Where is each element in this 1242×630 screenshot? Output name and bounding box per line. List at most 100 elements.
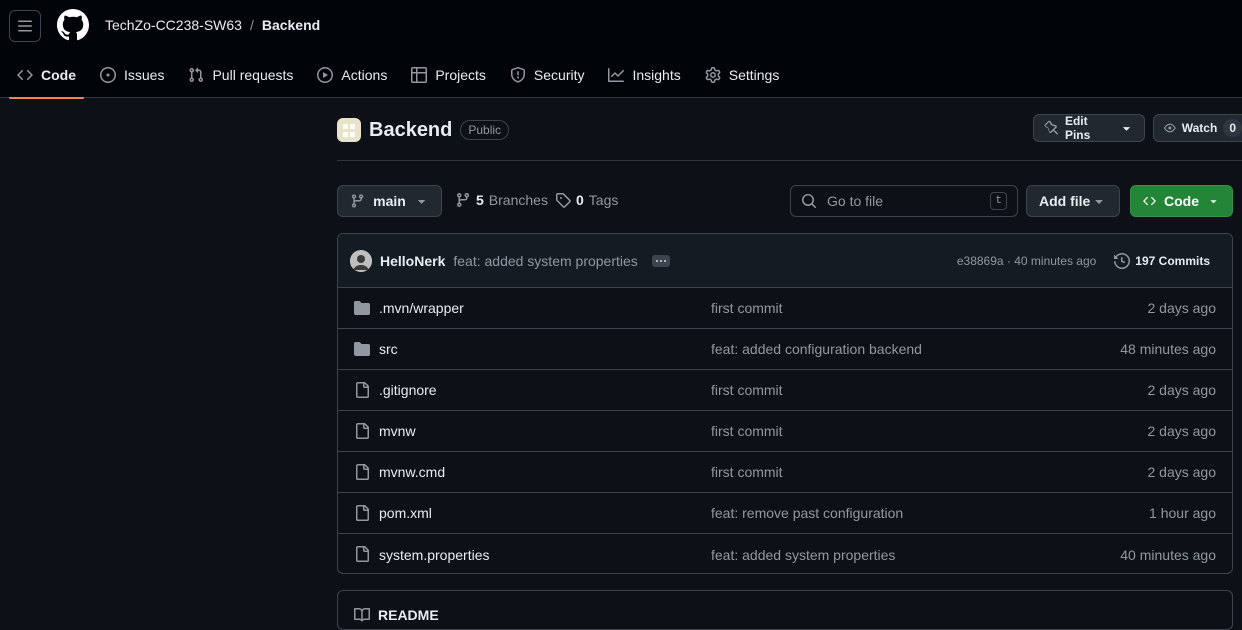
branches-link[interactable]: 5 Branches — [455, 192, 548, 208]
git-branch-icon — [351, 194, 364, 208]
breadcrumb-owner-link[interactable]: TechZo-CC238-SW63 — [105, 17, 242, 33]
file-commit-link[interactable]: first commit — [711, 464, 783, 480]
global-header: TechZo-CC238-SW63 / Backend Code Issues … — [0, 0, 1242, 99]
git-pull-request-icon — [189, 67, 204, 83]
file-name-link[interactable]: src — [379, 341, 398, 357]
file-name-link[interactable]: system.properties — [379, 547, 489, 563]
readme-panel: README — [337, 590, 1233, 630]
book-icon — [354, 607, 370, 623]
commits-count-label: 197 Commits — [1135, 254, 1210, 268]
go-to-file-search: t — [790, 185, 1018, 217]
search-icon — [802, 194, 817, 209]
breadcrumb-repo-link[interactable]: Backend — [262, 17, 320, 33]
watch-button[interactable]: Watch 0 — [1153, 114, 1242, 142]
branches-label: Branches — [488, 192, 548, 208]
github-logo-icon[interactable] — [57, 9, 89, 41]
git-branch-icon — [456, 193, 469, 208]
branches-count: 5 — [476, 192, 484, 208]
menu-button[interactable] — [9, 10, 41, 42]
file-date: 2 days ago — [1147, 423, 1217, 439]
file-icon — [354, 505, 370, 521]
play-icon — [317, 67, 334, 83]
tab-projects-label: Projects — [435, 67, 486, 83]
file-commit-link[interactable]: feat: added system properties — [711, 547, 895, 563]
commit-author-link[interactable]: HelloNerk — [380, 253, 445, 269]
tab-insights-label: Insights — [632, 67, 681, 83]
folder-icon — [354, 300, 370, 316]
add-file-label: Add file — [1039, 193, 1091, 209]
graph-icon — [608, 68, 625, 82]
repo-name[interactable]: Backend — [369, 119, 452, 142]
tab-insights[interactable]: Insights — [600, 52, 688, 98]
add-file-button[interactable]: Add file — [1026, 185, 1120, 217]
tags-count: 0 — [576, 192, 584, 208]
folder-icon — [354, 341, 370, 357]
code-icon — [17, 69, 33, 81]
file-icon — [354, 546, 370, 562]
commit-message-link[interactable]: feat: added system properties — [453, 253, 637, 269]
commit-meta: e38869a · 40 minutes ago 197 Commits — [957, 234, 1210, 288]
tab-actions[interactable]: Actions — [309, 52, 395, 98]
branch-selector[interactable]: main — [337, 185, 442, 217]
latest-commit-bar: HelloNerk feat: added system properties … — [338, 234, 1232, 288]
tab-issues[interactable]: Issues — [92, 52, 172, 98]
file-commit-link[interactable]: first commit — [711, 423, 783, 439]
file-date: 1 hour ago — [1149, 505, 1216, 521]
expand-commit-button[interactable] — [651, 254, 670, 267]
issue-opened-icon — [100, 67, 116, 83]
tags-label: Tags — [588, 192, 619, 208]
code-icon — [1143, 196, 1156, 206]
file-browser: HelloNerk feat: added system properties … — [337, 233, 1233, 574]
divider — [337, 160, 1242, 161]
file-name-link[interactable]: pom.xml — [379, 505, 432, 521]
edit-pins-button[interactable]: Edit Pins — [1033, 114, 1145, 142]
tag-icon — [556, 193, 571, 208]
table-row: .mvn/wrapper first commit 2 days ago — [338, 288, 1232, 329]
file-commit-link[interactable]: feat: remove past configuration — [711, 505, 903, 521]
visibility-badge: Public — [460, 120, 510, 140]
eye-icon — [1164, 123, 1176, 133]
tab-projects[interactable]: Projects — [403, 52, 494, 98]
avatar[interactable] — [350, 249, 372, 272]
readme-tab[interactable]: README — [378, 607, 439, 623]
file-commit-link[interactable]: first commit — [711, 382, 783, 398]
table-row: src feat: added configuration backend 48… — [338, 329, 1232, 370]
commit-sha-time[interactable]: e38869a · 40 minutes ago — [957, 254, 1096, 268]
tab-actions-label: Actions — [341, 67, 388, 83]
triangle-down-icon — [417, 200, 425, 204]
repo-owner-avatar[interactable] — [337, 118, 361, 142]
repo-nav: Code Issues Pull requests Actions Projec… — [0, 52, 788, 99]
breadcrumb-separator: / — [249, 17, 254, 33]
tab-code[interactable]: Code — [9, 52, 84, 99]
file-name-link[interactable]: .mvn/wrapper — [379, 300, 464, 316]
file-name-link[interactable]: mvnw.cmd — [379, 464, 445, 480]
watch-count: 0 — [1223, 119, 1242, 137]
file-icon — [354, 464, 370, 480]
file-commit-link[interactable]: feat: added configuration backend — [711, 341, 922, 357]
file-commit-link[interactable]: first commit — [711, 300, 783, 316]
file-name-link[interactable]: mvnw — [379, 423, 416, 439]
tab-settings-label: Settings — [728, 67, 780, 83]
go-to-file-input[interactable] — [827, 193, 981, 209]
file-date: 48 minutes ago — [1120, 341, 1216, 357]
tab-code-label: Code — [41, 67, 76, 83]
tab-settings[interactable]: Settings — [697, 52, 788, 98]
file-date: 2 days ago — [1147, 382, 1217, 398]
code-clone-button[interactable]: Code — [1130, 185, 1233, 217]
file-name-link[interactable]: .gitignore — [379, 382, 437, 398]
tags-link[interactable]: 0 Tags — [555, 192, 618, 208]
tab-issues-label: Issues — [124, 67, 165, 83]
tab-pull-requests[interactable]: Pull requests — [180, 52, 301, 98]
breadcrumb: TechZo-CC238-SW63 / Backend — [105, 17, 320, 33]
tab-pull-requests-label: Pull requests — [212, 67, 294, 83]
edit-pins-label: Edit Pins — [1064, 114, 1091, 142]
file-date: 2 days ago — [1147, 300, 1217, 316]
file-date: 2 days ago — [1147, 464, 1217, 480]
gear-icon — [705, 67, 721, 83]
history-icon — [1114, 253, 1131, 269]
repo-title-row: Backend Public — [337, 116, 510, 144]
commits-history-link[interactable]: 197 Commits — [1114, 253, 1210, 269]
watch-label: Watch — [1181, 121, 1218, 135]
pin-icon — [1044, 120, 1059, 135]
tab-security[interactable]: Security — [502, 52, 593, 98]
